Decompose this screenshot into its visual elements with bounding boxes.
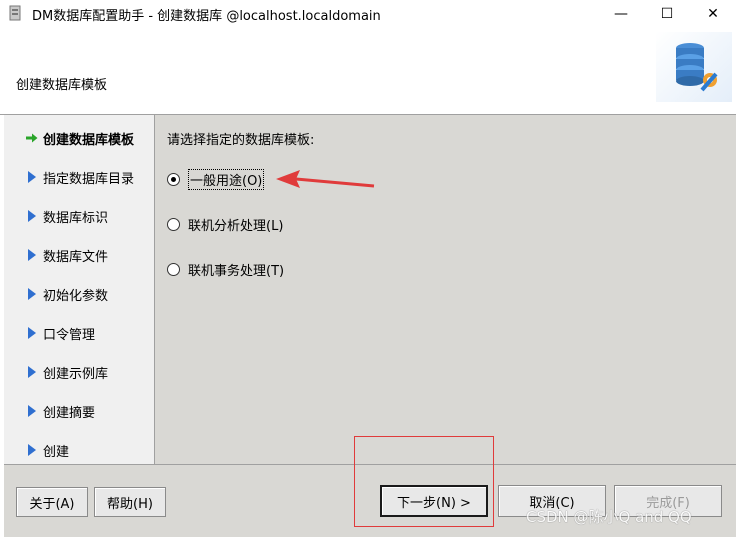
- radio-olap[interactable]: 联机分析处理(L): [167, 214, 283, 234]
- blue-triangle-icon: [26, 443, 38, 457]
- step-label: 创建: [43, 444, 70, 460]
- minimize-icon: —: [614, 6, 628, 22]
- blue-triangle-icon: [26, 170, 38, 184]
- blue-triangle-icon: [26, 248, 38, 262]
- blue-triangle-icon: [26, 287, 38, 301]
- step-db-identifier[interactable]: 数据库标识: [4, 206, 154, 226]
- blue-triangle-icon: [26, 404, 38, 418]
- step-create-template[interactable]: 创建数据库模板: [4, 128, 154, 148]
- wizard-steps-sidebar: 创建数据库模板 指定数据库目录 数据库标识 数据库文件 初始化参数 口令管理 创…: [4, 115, 155, 464]
- watermark-text: CSDN @陈小Q and QQ: [526, 508, 692, 526]
- step-label: 创建示例库: [43, 366, 109, 382]
- radio-button-checked[interactable]: [167, 172, 180, 186]
- annotation-arrow-icon: [276, 170, 375, 188]
- maximize-button[interactable]: ☐: [644, 0, 690, 28]
- wizard-header: 创建数据库模板: [0, 28, 736, 115]
- database-gear-icon: [656, 32, 732, 102]
- app-icon: [8, 5, 24, 21]
- radio-oltp[interactable]: 联机事务处理(T): [167, 259, 284, 279]
- window-title: DM数据库配置助手 - 创建数据库 @localhost.localdomain: [32, 9, 381, 24]
- template-prompt: 请选择指定的数据库模板:: [167, 133, 315, 148]
- close-button[interactable]: ✕: [690, 0, 736, 28]
- radio-button[interactable]: [167, 217, 180, 231]
- template-panel: 请选择指定的数据库模板: 一般用途(O) 联机分析处理(L) 联机事务处理(T): [155, 115, 736, 464]
- step-password[interactable]: 口令管理: [4, 323, 154, 343]
- step-label: 创建摘要: [43, 405, 96, 421]
- radio-general-purpose[interactable]: 一般用途(O): [167, 168, 265, 190]
- step-label: 数据库文件: [43, 249, 109, 265]
- step-label: 数据库标识: [43, 210, 109, 226]
- annotation-highlight-box: [354, 436, 494, 527]
- blue-triangle-icon: [26, 326, 38, 340]
- minimize-button[interactable]: —: [598, 0, 644, 28]
- help-button-label: 帮助(H): [107, 496, 153, 512]
- blue-triangle-icon: [26, 365, 38, 379]
- green-arrow-icon: [26, 131, 38, 145]
- page-title: 创建数据库模板: [16, 78, 108, 93]
- help-button[interactable]: 帮助(H): [94, 487, 166, 517]
- about-button[interactable]: 关于(A): [16, 487, 88, 517]
- step-label: 口令管理: [43, 327, 96, 343]
- step-db-directory[interactable]: 指定数据库目录: [4, 167, 154, 187]
- maximize-icon: ☐: [660, 6, 674, 22]
- step-label: 指定数据库目录: [43, 171, 135, 187]
- blue-triangle-icon: [26, 209, 38, 223]
- step-db-files[interactable]: 数据库文件: [4, 245, 154, 265]
- radio-label: 联机事务处理(T): [188, 263, 285, 279]
- step-label: 创建数据库模板: [43, 132, 135, 148]
- step-label: 初始化参数: [43, 288, 109, 304]
- radio-button[interactable]: [167, 262, 180, 276]
- title-bar: DM数据库配置助手 - 创建数据库 @localhost.localdomain…: [0, 0, 736, 28]
- step-create[interactable]: 创建: [4, 440, 154, 460]
- radio-label: 一般用途(O): [188, 168, 265, 190]
- close-icon: ✕: [707, 6, 719, 22]
- radio-label: 联机分析处理(L): [188, 218, 284, 234]
- step-summary[interactable]: 创建摘要: [4, 401, 154, 421]
- step-init-params[interactable]: 初始化参数: [4, 284, 154, 304]
- about-button-label: 关于(A): [29, 496, 75, 512]
- step-sample-db[interactable]: 创建示例库: [4, 362, 154, 382]
